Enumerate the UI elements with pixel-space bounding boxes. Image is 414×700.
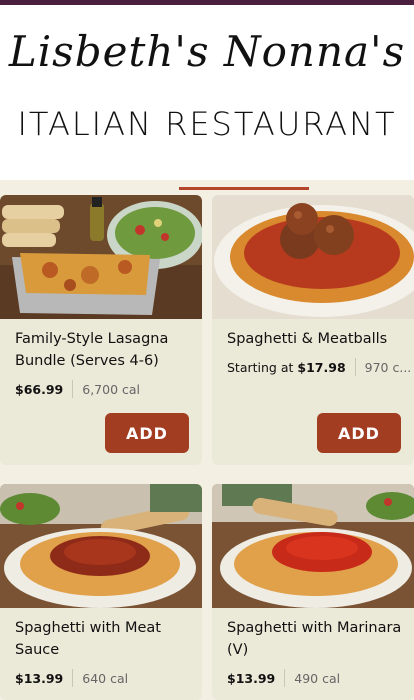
menu-item-meta: $13.99 640 cal (15, 669, 128, 687)
menu-item-name: Family-Style Lasagna Bundle (Serves 4-6) (15, 331, 169, 369)
menu-item-price: $66.99 (15, 381, 64, 397)
menu-item-price: $13.99 (15, 670, 64, 686)
spaghetti-meat-sauce-image (0, 484, 202, 608)
menu-card-spaghetti-meatballs[interactable]: Spaghetti & Meatballs Starting at $17.98… (212, 195, 414, 465)
menu-item-name: Spaghetti & Meatballs (227, 331, 388, 347)
meta-divider (72, 669, 74, 687)
lasagna-image (0, 195, 202, 319)
active-tab-indicator (179, 187, 309, 190)
menu-item-meta: $66.99 6,700 cal (15, 380, 140, 398)
menu-card-spaghetti-marinara[interactable]: Spaghetti with Marinara (V) $13.99 490 c… (212, 484, 414, 700)
restaurant-script-title: Lisbeth's Nonna's (8, 27, 406, 76)
menu-card-spaghetti-meat-sauce[interactable]: Spaghetti with Meat Sauce $13.99 640 cal (0, 484, 202, 700)
menu-item-price: $13.99 (227, 670, 276, 686)
menu-card-lasagna[interactable]: Family-Style Lasagna Bundle (Serves 4-6)… (0, 195, 202, 465)
menu-item-calories: 6,700 cal (82, 381, 141, 397)
price-prefix: Starting at (227, 359, 294, 375)
menu-item-calories: 490 cal (294, 670, 341, 686)
menu-item-price: $17.98 (297, 359, 346, 375)
menu-item-calories: 970 c... (364, 359, 412, 375)
restaurant-subtitle: ITALIAN RESTAURANT (17, 105, 397, 143)
spaghetti-marinara-image (212, 484, 414, 608)
menu-item-name: Spaghetti with Meat Sauce (15, 620, 161, 658)
meta-divider (72, 380, 74, 398)
menu-item-calories: 640 cal (82, 670, 129, 686)
meta-divider (284, 669, 286, 687)
meta-divider (354, 358, 356, 376)
add-button[interactable]: ADD (105, 413, 189, 453)
spaghetti-meatballs-image (212, 195, 414, 319)
menu-item-meta: $13.99 490 cal (227, 669, 340, 687)
menu-item-meta: Starting at $17.98 970 c... (227, 358, 411, 376)
restaurant-header: Lisbeth's Nonna's ITALIAN RESTAURANT (0, 5, 414, 180)
add-button[interactable]: ADD (317, 413, 401, 453)
menu-item-name: Spaghetti with Marinara (V) (227, 620, 402, 658)
